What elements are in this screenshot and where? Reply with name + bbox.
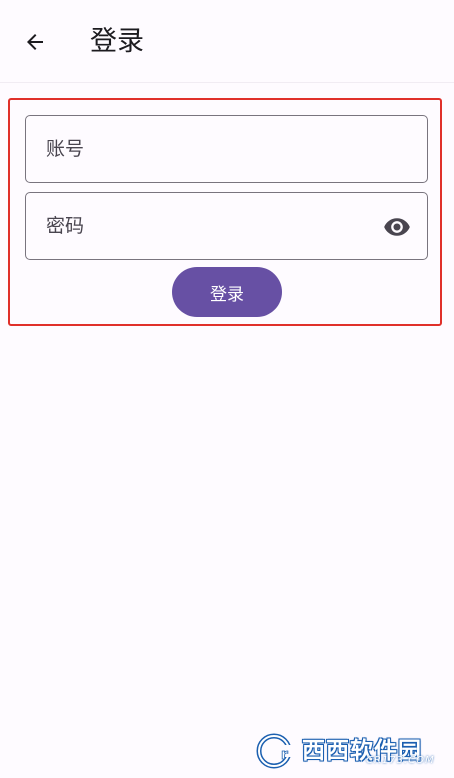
- password-input[interactable]: [26, 193, 427, 259]
- toggle-password-visibility-button[interactable]: [383, 213, 411, 241]
- account-field[interactable]: [25, 115, 428, 183]
- arrow-left-icon: [27, 34, 43, 50]
- back-button[interactable]: [20, 27, 50, 57]
- watermark: r 西西软件园 CR173.COM: [254, 727, 454, 775]
- eye-icon: [384, 218, 410, 236]
- app-bar: 登录: [0, 0, 454, 83]
- password-field[interactable]: [25, 192, 428, 260]
- login-button[interactable]: 登录: [172, 267, 282, 317]
- page-title: 登录: [90, 26, 144, 57]
- svg-text:r: r: [281, 747, 288, 763]
- watermark-subtext: CR173.COM: [366, 755, 435, 766]
- watermark-logo-icon: r: [254, 729, 302, 773]
- account-input[interactable]: [26, 116, 427, 182]
